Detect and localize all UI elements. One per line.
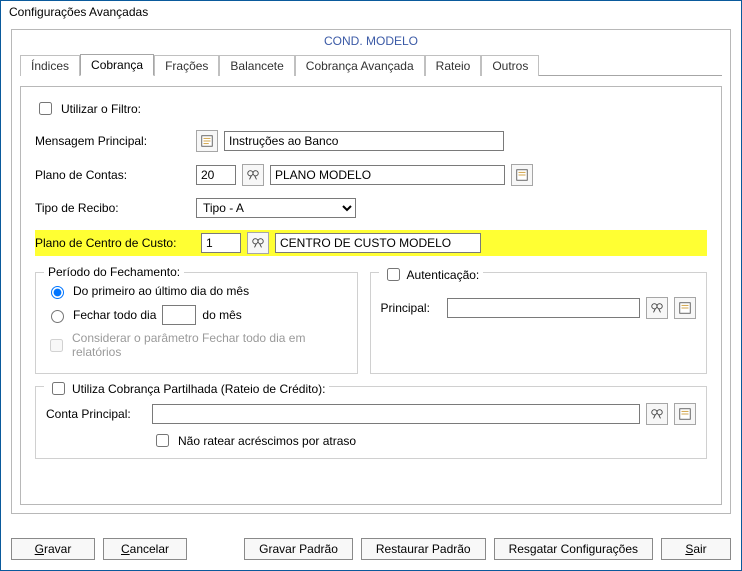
autenticacao-checkbox[interactable] [387,268,400,281]
plano-contas-code-input[interactable] [196,165,236,185]
window-title: Configurações Avançadas [1,1,741,23]
conta-principal-input[interactable] [152,404,640,424]
plano-contas-open-icon[interactable] [511,164,533,186]
utilizar-filtro-checkbox[interactable] [39,102,52,115]
conta-open-icon[interactable] [674,403,696,425]
footer: Gravar Cancelar Gravar Padrão Restaurar … [11,538,731,560]
utilizar-filtro-label: Utilizar o Filtro: [61,102,141,116]
tab-balancete[interactable]: Balancete [219,55,294,76]
autenticacao-group: Autenticação: Principal: [370,272,707,374]
conta-search-icon[interactable] [646,403,668,425]
plano-contas-desc-input[interactable] [270,165,505,185]
tab-cobranca-avancada[interactable]: Cobrança Avançada [295,55,425,76]
mensagem-principal-label: Mensagem Principal: [35,134,190,148]
plano-contas-label: Plano de Contas: [35,168,190,182]
tipo-recibo-label: Tipo de Recibo: [35,201,190,215]
tab-outros[interactable]: Outros [481,55,539,76]
periodo-opt2-radio[interactable] [51,310,64,323]
mensagem-principal-input[interactable] [224,131,504,151]
periodo-opt2a-label: Fechar todo dia [73,308,156,322]
centro-custo-search-icon[interactable] [247,232,269,254]
periodo-opt1-label: Do primeiro ao último dia do mês [73,284,249,298]
cobranca-partilhada-group: Utiliza Cobrança Partilhada (Rateio de C… [35,386,707,459]
autenticacao-legend: Autenticação: [407,268,480,282]
centro-custo-desc-input[interactable] [275,233,481,253]
gravar-padrao-button[interactable]: Gravar Padrão [244,538,353,560]
tab-indices[interactable]: Índices [20,55,80,76]
resgatar-config-button[interactable]: Resgatar Configurações [494,538,653,560]
subtitle: COND. MODELO [12,30,730,50]
auth-principal-label: Principal: [381,301,441,315]
sair-button[interactable]: Sair [661,538,731,560]
periodo-opt3-checkbox [50,339,63,352]
tab-rateio[interactable]: Rateio [425,55,482,76]
tipo-recibo-select[interactable]: Tipo - A [196,198,356,218]
mensagem-open-icon[interactable] [196,130,218,152]
periodo-opt2b-label: do mês [202,308,241,322]
periodo-fechamento-legend: Período do Fechamento: [44,265,184,279]
periodo-opt3-label: Considerar o parâmetro Fechar todo dia e… [72,331,312,359]
window: Configurações Avançadas COND. MODELO Índ… [0,0,742,571]
periodo-fechamento-group: Período do Fechamento: Do primeiro ao úl… [35,272,358,374]
tab-fracoes[interactable]: Frações [154,55,219,76]
periodo-opt1-radio[interactable] [51,286,64,299]
tab-strip: Índices Cobrança Frações Balancete Cobra… [20,54,730,75]
centro-custo-label: Plano de Centro de Custo: [35,236,195,250]
nao-ratear-checkbox[interactable] [156,434,169,447]
tab-cobranca[interactable]: Cobrança [80,54,154,76]
outer-panel: COND. MODELO Índices Cobrança Frações Ba… [11,29,731,514]
tab-content: Utilizar o Filtro: Mensagem Principal: P… [20,80,722,505]
restaurar-padrao-button[interactable]: Restaurar Padrão [361,538,486,560]
gravar-button[interactable]: Gravar [11,538,95,560]
cobranca-partilhada-checkbox[interactable] [52,382,65,395]
auth-search-icon[interactable] [646,297,668,319]
nao-ratear-label: Não ratear acréscimos por atraso [178,434,356,448]
periodo-dia-input[interactable] [162,305,196,325]
plano-contas-search-icon[interactable] [242,164,264,186]
cobranca-partilhada-legend: Utiliza Cobrança Partilhada (Rateio de C… [72,382,325,396]
centro-custo-code-input[interactable] [201,233,241,253]
cancelar-button[interactable]: Cancelar [103,538,187,560]
auth-principal-input[interactable] [447,298,640,318]
conta-principal-label: Conta Principal: [46,407,146,421]
auth-open-icon[interactable] [674,297,696,319]
